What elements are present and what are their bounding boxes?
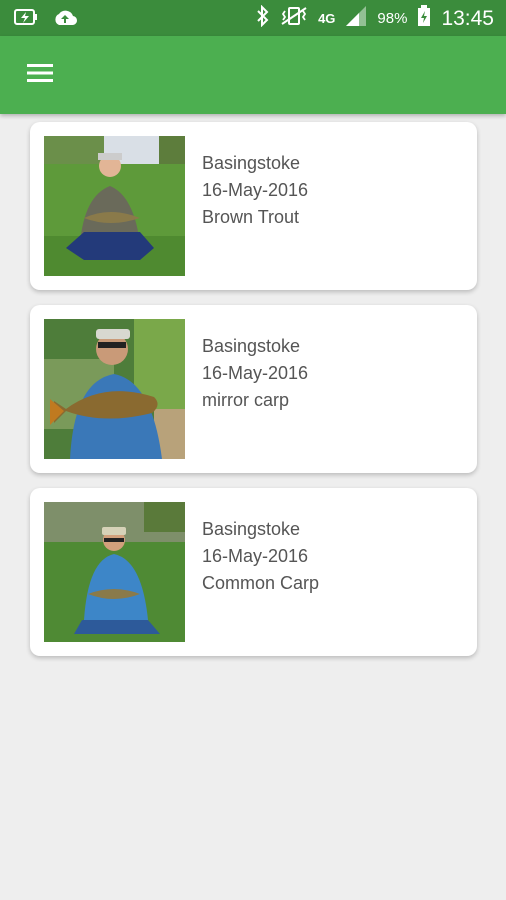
- battery-percent: 98%: [377, 10, 408, 27]
- catch-date: 16-May-2016: [202, 546, 309, 566]
- catch-info: Basingstoke 16-May-2016 Brown Trout: [202, 150, 308, 231]
- catch-species: mirror carp: [202, 390, 290, 410]
- battery-icon: [417, 5, 431, 32]
- hamburger-menu-icon: [26, 62, 54, 89]
- catch-photo: [44, 319, 185, 459]
- bluetooth-icon: [256, 4, 270, 32]
- catch-species: Common Carp: [202, 573, 320, 593]
- catch-location: Basingstoke: [202, 336, 301, 356]
- catch-date: 16-May-2016: [202, 180, 309, 200]
- network-type-label: 4G: [318, 11, 336, 26]
- app-bar: [0, 36, 506, 114]
- catch-photo: [44, 136, 185, 276]
- catch-info: Basingstoke 16-May-2016 mirror carp: [202, 333, 308, 414]
- catch-card[interactable]: Basingstoke 16-May-2016 Brown Trout: [30, 122, 477, 290]
- signal-icon: [345, 5, 367, 32]
- catch-species: Brown Trout: [202, 207, 300, 227]
- catch-card[interactable]: Basingstoke 16-May-2016 mirror carp: [30, 305, 477, 473]
- catch-location: Basingstoke: [202, 519, 301, 539]
- catch-card[interactable]: Basingstoke 16-May-2016 Common Carp: [30, 488, 477, 656]
- catch-location: Basingstoke: [202, 153, 301, 173]
- battery-charging-icon: [14, 8, 38, 31]
- cloud-upload-icon: [52, 8, 78, 31]
- menu-button[interactable]: [20, 58, 60, 92]
- catch-info: Basingstoke 16-May-2016 Common Carp: [202, 516, 319, 597]
- clock: 13:45: [441, 6, 494, 30]
- status-bar: 4G 98% 13:45: [0, 0, 506, 36]
- vibrate-icon: [280, 6, 308, 31]
- catch-date: 16-May-2016: [202, 363, 309, 383]
- catch-photo: [44, 502, 185, 642]
